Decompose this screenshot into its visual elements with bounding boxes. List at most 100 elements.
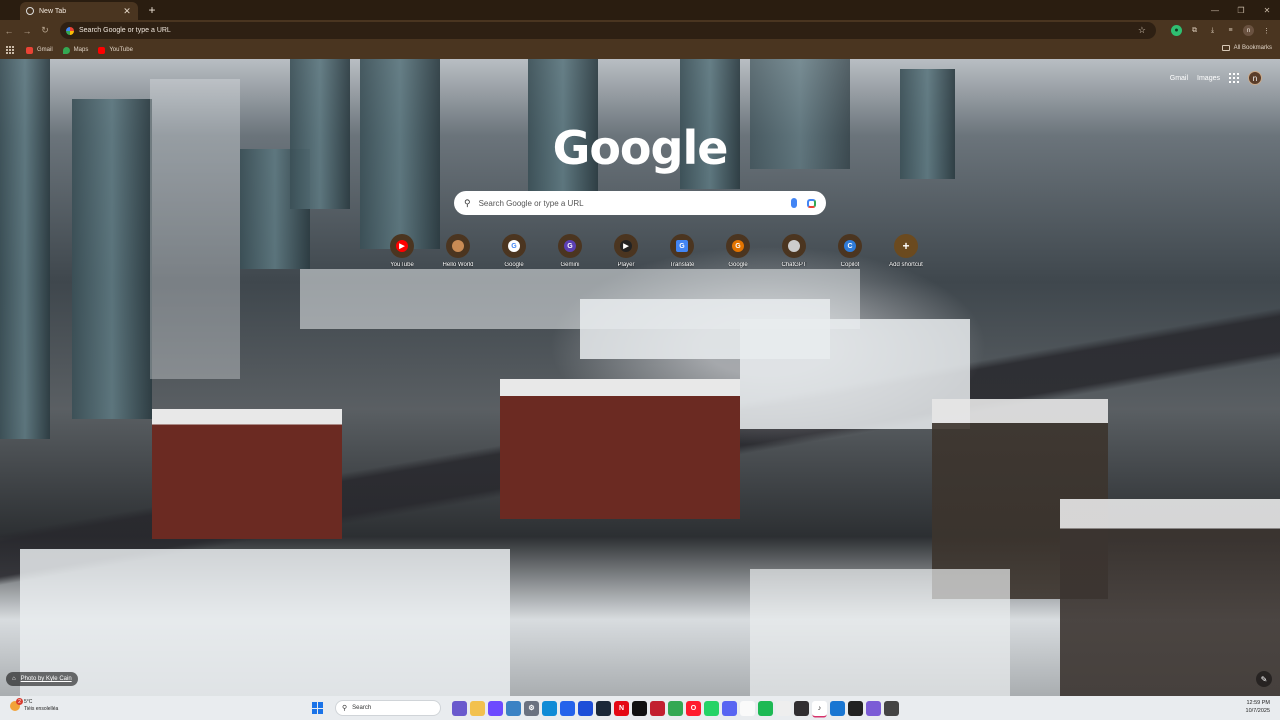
microphone-icon[interactable] bbox=[791, 198, 797, 208]
shortcut-hello-world[interactable]: Hello World bbox=[430, 234, 486, 268]
profile-avatar[interactable]: n bbox=[1243, 25, 1254, 36]
customize-chrome-button[interactable]: ✎ bbox=[1256, 671, 1272, 687]
shortcut-google[interactable]: G Google bbox=[486, 234, 542, 268]
menu-icon[interactable]: ⋮ bbox=[1261, 25, 1272, 36]
windows-start-icon[interactable] bbox=[312, 702, 324, 714]
reload-button[interactable]: ↻ bbox=[36, 22, 54, 40]
shortcut-label: Copilot bbox=[840, 262, 860, 268]
forward-button[interactable]: → bbox=[18, 22, 36, 40]
shortcut-chatgpt[interactable]: ChatGPT bbox=[766, 234, 822, 268]
weather-temp: 5°C bbox=[24, 699, 33, 705]
photos-app-icon[interactable] bbox=[506, 700, 521, 716]
account-avatar[interactable]: n bbox=[1248, 71, 1262, 85]
photo-credit-link[interactable]: Photo by Kyle Cain bbox=[21, 676, 72, 682]
unknown-app-icon[interactable] bbox=[776, 700, 791, 716]
store-app-icon[interactable] bbox=[560, 700, 575, 716]
google-lens-icon[interactable] bbox=[807, 198, 816, 208]
search-icon: ⚲ bbox=[342, 705, 348, 712]
maximize-button[interactable]: ❐ bbox=[1228, 0, 1254, 20]
add-shortcut-button[interactable]: + Add shortcut bbox=[878, 234, 934, 268]
taskbar-search[interactable]: ⚲ Search bbox=[335, 700, 441, 716]
davinci-app-icon[interactable] bbox=[650, 700, 665, 716]
bookmark-gmail[interactable]: Gmail bbox=[26, 46, 53, 54]
bookmark-maps[interactable]: Maps bbox=[62, 46, 89, 54]
weather-text: 5°C Tiéis ensolelléa bbox=[24, 699, 58, 713]
bookmark-star-icon[interactable]: ☆ bbox=[1138, 25, 1146, 36]
edge-app-icon[interactable] bbox=[542, 700, 557, 716]
shortcuts-row: ▶ YouTube Hello World G Google G Gemini … bbox=[374, 234, 934, 268]
steam-app-icon[interactable] bbox=[596, 700, 611, 716]
calculator-app-icon[interactable] bbox=[884, 700, 899, 716]
address-bar-text[interactable]: Search Google or type a URL bbox=[79, 27, 1138, 34]
apps-icon[interactable] bbox=[6, 46, 14, 54]
shortcut-google-2[interactable]: G Google bbox=[710, 234, 766, 268]
system-clock[interactable]: 12:59 PM 10/7/2025 bbox=[1246, 699, 1270, 715]
file-explorer-app-icon[interactable] bbox=[470, 700, 485, 716]
taskbar-apps: ⚲ Search ⚙ N O ♪ bbox=[312, 699, 899, 717]
address-bar[interactable]: Search Google or type a URL ☆ bbox=[60, 22, 1156, 39]
back-button[interactable]: ← bbox=[0, 22, 18, 40]
search-input[interactable] bbox=[478, 198, 791, 208]
shortcut-gemini[interactable]: G Gemini bbox=[542, 234, 598, 268]
shortcut-player[interactable]: ▶ Player bbox=[598, 234, 654, 268]
taskbar: 2 5°C Tiéis ensolelléa ⚲ Search ⚙ N O ♪ 12:… bbox=[0, 696, 1280, 720]
helper-app-icon[interactable] bbox=[830, 700, 845, 716]
shortcut-label: Hello World bbox=[442, 262, 474, 268]
netflix-app-icon[interactable]: N bbox=[614, 700, 629, 716]
bookmark-label: Maps bbox=[73, 47, 89, 53]
opera-app-icon[interactable]: O bbox=[686, 700, 701, 716]
google-apps-icon[interactable] bbox=[1229, 73, 1239, 83]
copilot-app-icon[interactable] bbox=[452, 700, 467, 716]
shortcut-youtube[interactable]: ▶ YouTube bbox=[374, 234, 430, 268]
all-bookmarks-button[interactable]: All Bookmarks bbox=[1221, 45, 1272, 51]
shortcut-copilot[interactable]: C Copilot bbox=[822, 234, 878, 268]
tab-search-icon[interactable]: ≡ bbox=[1225, 25, 1236, 36]
close-window-button[interactable]: ✕ bbox=[1254, 0, 1280, 20]
google-logo: Google bbox=[552, 121, 729, 175]
tab-new-tab[interactable]: New Tab ✕ bbox=[20, 2, 138, 20]
close-icon[interactable]: ✕ bbox=[122, 6, 132, 17]
spotify-like-app-icon[interactable] bbox=[632, 700, 647, 716]
plus-icon: + bbox=[894, 234, 918, 258]
gmail-link[interactable]: Gmail bbox=[1170, 75, 1188, 82]
shortcut-translate[interactable]: G Translate bbox=[654, 234, 710, 268]
new-tab-button[interactable]: + bbox=[144, 2, 160, 18]
minimize-button[interactable]: — bbox=[1202, 0, 1228, 20]
chrome-app-icon[interactable] bbox=[668, 700, 683, 716]
shortcut-label: Google bbox=[728, 262, 748, 268]
toolbar: ← → ↻ Search Google or type a URL ☆ ● ⧉ … bbox=[0, 20, 1280, 41]
teams-app-icon[interactable] bbox=[866, 700, 881, 716]
search-icon: ⚲ bbox=[464, 197, 471, 208]
tab-title: New Tab bbox=[39, 7, 67, 15]
discord-app-icon[interactable] bbox=[722, 700, 737, 716]
download-icon[interactable]: ⤓ bbox=[1207, 25, 1218, 36]
youtube-icon: ▶ bbox=[390, 234, 414, 258]
camera-icon: ⌂ bbox=[12, 676, 16, 682]
background-snow bbox=[580, 299, 830, 359]
shortcut-label: Google bbox=[504, 262, 524, 268]
settings-app-icon[interactable]: ⚙ bbox=[524, 700, 539, 716]
terminal-app-icon[interactable] bbox=[848, 700, 863, 716]
puzzle-icon[interactable]: ⧉ bbox=[1189, 25, 1200, 36]
maps-icon bbox=[62, 46, 70, 54]
spotify-app-icon[interactable] bbox=[758, 700, 773, 716]
proton-vpn-app-icon[interactable] bbox=[488, 700, 503, 716]
mail-app-icon[interactable] bbox=[578, 700, 593, 716]
shortcut-label: YouTube bbox=[390, 262, 414, 268]
shortcut-label: Add shortcut bbox=[889, 262, 923, 268]
bookmark-label: Gmail bbox=[37, 47, 53, 53]
tiktok-app-icon[interactable]: ♪ bbox=[812, 700, 827, 716]
bookmark-youtube[interactable]: YouTube bbox=[98, 46, 133, 54]
photo-credit[interactable]: ⌂ Photo by Kyle Cain bbox=[6, 672, 78, 686]
top-links: Gmail Images n bbox=[1170, 71, 1262, 85]
clock-time: 12:59 PM bbox=[1246, 700, 1270, 706]
extension-icon[interactable]: ● bbox=[1171, 25, 1182, 36]
obs-app-icon[interactable] bbox=[794, 700, 809, 716]
weather-widget[interactable]: 2 5°C Tiéis ensolelléa bbox=[10, 698, 58, 713]
notepad-app-icon[interactable] bbox=[740, 700, 755, 716]
whatsapp-app-icon[interactable] bbox=[704, 700, 719, 716]
ntp-search-box[interactable]: ⚲ bbox=[454, 191, 826, 215]
images-link[interactable]: Images bbox=[1197, 75, 1220, 82]
tab-strip: New Tab ✕ + — ❐ ✕ bbox=[0, 0, 1280, 20]
chrome-favicon-icon bbox=[26, 7, 34, 15]
